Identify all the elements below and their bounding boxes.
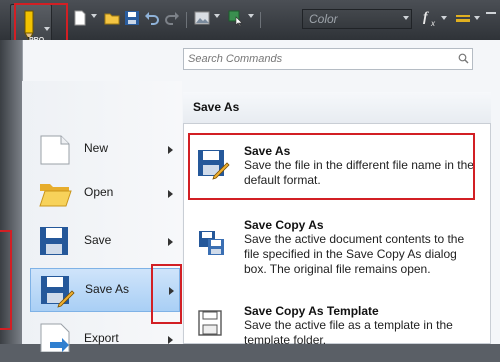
chevron-down-icon[interactable]: [474, 16, 480, 20]
new-document-icon: [40, 135, 70, 165]
save-as-icon: [41, 276, 75, 308]
menu-item-open[interactable]: Open: [30, 172, 180, 216]
menu-item-label: Save: [84, 233, 112, 247]
command-save-copy-as[interactable]: Save Copy As Save the active document co…: [188, 218, 486, 284]
folder-open-icon[interactable]: [104, 10, 120, 26]
highlight-box-left-edge: [0, 230, 12, 330]
command-description: Save the active document contents to the…: [244, 232, 465, 276]
image-icon[interactable]: [194, 10, 210, 26]
overflow-icon[interactable]: [486, 12, 496, 14]
chevron-down-icon[interactable]: [248, 14, 254, 18]
floppy-disk-icon: [40, 227, 68, 255]
menu-item-label: Open: [84, 185, 114, 199]
command-title: Save Copy As Template: [244, 304, 379, 318]
chevron-down-icon[interactable]: [214, 14, 220, 18]
menu-item-label: Save As: [85, 282, 130, 296]
line-weight-icon[interactable]: [455, 10, 471, 26]
menu-item-new[interactable]: New: [30, 128, 180, 172]
function-icon[interactable]: f: [423, 10, 428, 26]
undo-icon[interactable]: [144, 10, 160, 26]
floppy-disk-icon[interactable]: [124, 10, 140, 26]
menu-item-label: Export: [84, 331, 119, 345]
color-combo[interactable]: Color: [302, 9, 412, 29]
highlight-box-save-as-command: [188, 133, 475, 200]
command-save-copy-as-template[interactable]: Save Copy As Template Save the active fi…: [188, 304, 486, 344]
chevron-down-icon[interactable]: [403, 16, 409, 20]
chevron-right-icon: [168, 336, 173, 344]
folder-open-icon: [39, 184, 72, 207]
chevron-right-icon: [168, 238, 173, 246]
command-description: Save the active file as a template in th…: [244, 318, 453, 344]
command-title: Save Copy As: [244, 218, 324, 232]
menu-item-label: New: [84, 141, 109, 155]
chevron-right-icon: [168, 146, 173, 154]
export-icon: [40, 323, 70, 352]
menu-item-save[interactable]: Save: [30, 220, 180, 264]
save-copy-as-icon: [199, 231, 224, 255]
search-commands-input[interactable]: Search Commands: [183, 48, 473, 70]
redo-icon[interactable]: [164, 10, 180, 26]
search-icon[interactable]: [458, 53, 469, 64]
chevron-down-icon[interactable]: [91, 14, 97, 18]
new-document-icon[interactable]: [72, 10, 88, 26]
submenu-header: Save As: [183, 92, 491, 124]
menu-item-export[interactable]: Export: [30, 318, 180, 362]
chevron-right-icon: [168, 190, 173, 198]
select-cursor-icon[interactable]: [228, 10, 244, 26]
save-template-icon: [198, 310, 222, 336]
highlight-box-save-as-arrow: [151, 264, 182, 324]
chevron-down-icon[interactable]: [441, 16, 447, 20]
